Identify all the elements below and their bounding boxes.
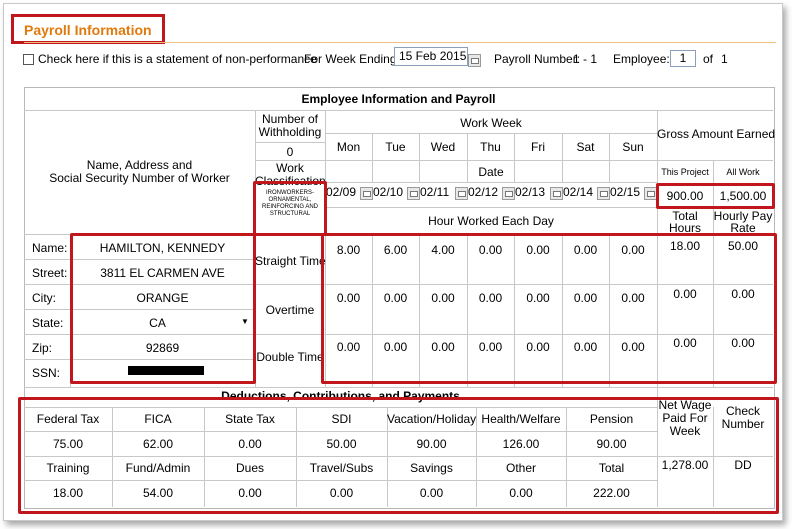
name-address-header-line2: Social Security Number of Worker xyxy=(49,171,230,185)
title-underline xyxy=(24,42,776,43)
date-input[interactable]: 02/09 xyxy=(326,185,356,199)
day-header: Thu xyxy=(480,140,501,154)
employee-index-input[interactable]: 1 xyxy=(670,50,696,67)
overtime-label: Overtime xyxy=(265,303,315,317)
calendar-icon[interactable] xyxy=(550,187,563,200)
grid-line xyxy=(24,387,773,388)
this-project-header: This Project xyxy=(661,167,709,177)
gross-amount-header: Gross Amount Earned xyxy=(657,127,776,141)
work-week-header: Work Week xyxy=(460,116,522,130)
date-header: Date xyxy=(478,165,504,179)
employee-total: 1 xyxy=(721,52,728,66)
hours-each-day-header: Hour Worked Each Day xyxy=(428,214,554,228)
payroll-number-label: Payroll Number: xyxy=(494,52,581,66)
total-hours-header: Total Hours xyxy=(657,210,713,234)
non-performance-label: Check here if this is a statement of non… xyxy=(38,52,317,66)
week-ending-label: For Week Ending: xyxy=(304,52,400,66)
zip-label: Zip: xyxy=(32,341,53,355)
classification-highlight xyxy=(253,181,327,236)
day-header: Sun xyxy=(622,140,644,154)
day-header: Tue xyxy=(385,140,406,154)
worker-info-highlight xyxy=(70,233,256,384)
non-performance-checkbox[interactable] xyxy=(23,54,34,65)
calendar-icon[interactable] xyxy=(468,54,481,67)
calendar-icon[interactable] xyxy=(407,187,420,200)
day-header: Sat xyxy=(576,140,595,154)
day-header: Wed xyxy=(430,140,456,154)
employee-of-label: of xyxy=(703,52,714,66)
grid-line xyxy=(325,182,657,183)
grid-line xyxy=(325,133,657,134)
grid-line xyxy=(24,110,773,111)
calendar-icon[interactable] xyxy=(502,187,515,200)
deductions-highlight xyxy=(18,397,779,514)
date-input[interactable]: 02/10 xyxy=(373,185,403,199)
withholding-value: 0 xyxy=(286,145,294,159)
double-time-label: Double Time xyxy=(256,350,324,364)
date-input[interactable]: 02/15 xyxy=(610,185,640,199)
straight-time-label: Straight Time xyxy=(255,254,326,268)
date-input[interactable]: 02/13 xyxy=(515,185,545,199)
payroll-number-value: 1 - 1 xyxy=(573,52,598,66)
ssn-label: SSN: xyxy=(32,366,61,380)
hourly-rate-header: Hourly Pay Rate xyxy=(713,210,773,234)
calendar-icon[interactable] xyxy=(360,187,373,200)
name-address-header: Name, Address and Social Security Number… xyxy=(24,159,255,185)
day-header: Fri xyxy=(531,140,545,154)
date-input[interactable]: 02/14 xyxy=(563,185,593,199)
withholding-header-line2: Withholding xyxy=(258,125,322,139)
hours-highlight xyxy=(321,233,777,384)
panel-title: Payroll Information xyxy=(24,22,152,38)
employee-label: Employee: xyxy=(613,52,670,66)
date-input[interactable]: 02/11 xyxy=(420,185,449,199)
calendar-icon[interactable] xyxy=(597,187,610,200)
state-label: State: xyxy=(32,316,64,330)
withholding-header: Number of Withholding xyxy=(255,113,325,139)
week-ending-input[interactable]: 15 Feb 2015 xyxy=(394,47,468,66)
date-input[interactable]: 02/12 xyxy=(468,185,498,199)
street-label: Street: xyxy=(32,266,68,280)
gross-highlight xyxy=(656,183,775,209)
day-header: Mon xyxy=(336,140,361,154)
calendar-icon[interactable] xyxy=(455,187,468,200)
name-label: Name: xyxy=(32,241,68,255)
city-label: City: xyxy=(32,291,56,305)
all-work-header: All Work xyxy=(726,167,760,177)
section-title: Employee Information and Payroll xyxy=(301,92,496,106)
grid-line xyxy=(255,142,325,143)
